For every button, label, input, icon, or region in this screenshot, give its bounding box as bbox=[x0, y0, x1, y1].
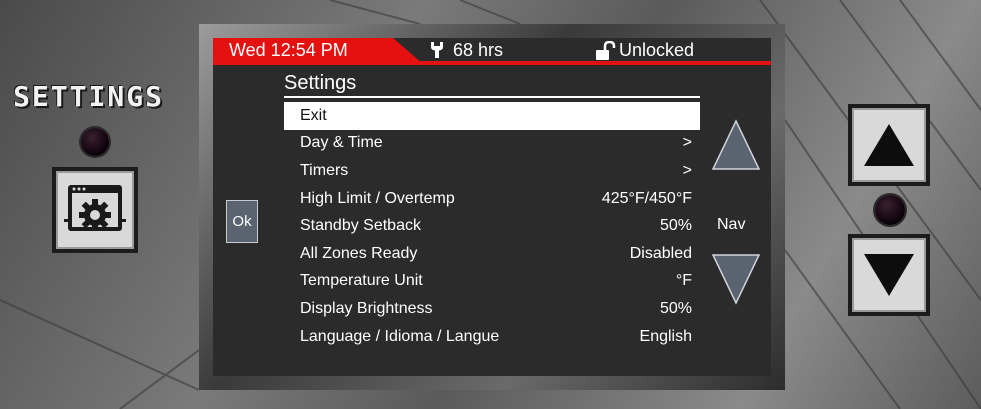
display-screen: Wed 12:54 PM 68 hrs Unlocked Settings Ex… bbox=[213, 38, 771, 376]
settings-panel-label: SETTINGS bbox=[13, 80, 164, 113]
menu-item-value: > bbox=[682, 134, 692, 152]
menu-item-value: °F bbox=[675, 272, 692, 290]
up-arrow-icon bbox=[864, 124, 914, 166]
nav-label: Nav bbox=[717, 216, 746, 233]
nav-up-arrow-icon[interactable] bbox=[710, 118, 762, 172]
menu-item-value: English bbox=[639, 327, 692, 345]
wrench-icon bbox=[431, 42, 443, 58]
menu-item-label: Timers bbox=[300, 161, 349, 179]
settings-menu-list: Exit Day & Time > Timers > High Limit / … bbox=[284, 102, 700, 350]
menu-item-label: All Zones Ready bbox=[300, 244, 418, 262]
menu-item-standby-setback[interactable]: Standby Setback 50% bbox=[284, 212, 700, 240]
menu-item-label: Display Brightness bbox=[300, 299, 433, 317]
status-datetime: Wed 12:54 PM bbox=[229, 40, 348, 60]
control-panel: SETTINGS Wed 12:54 PM 68 hrs Unlocked Se… bbox=[0, 0, 981, 409]
menu-item-label: High Limit / Overtemp bbox=[300, 189, 455, 207]
menu-item-exit[interactable]: Exit bbox=[284, 102, 700, 130]
menu-item-label: Standby Setback bbox=[300, 217, 421, 235]
menu-item-value: 425°F/450°F bbox=[601, 189, 692, 207]
nav-indicator-led bbox=[875, 195, 905, 225]
ok-button[interactable]: Ok bbox=[226, 200, 258, 243]
menu-item-label: Language / Idioma / Langue bbox=[300, 327, 500, 345]
status-lock-state: Unlocked bbox=[619, 40, 695, 60]
menu-item-timers[interactable]: Timers > bbox=[284, 157, 700, 185]
title-divider bbox=[284, 96, 700, 98]
menu-item-display-brightness[interactable]: Display Brightness 50% bbox=[284, 295, 700, 323]
menu-item-value: > bbox=[682, 161, 692, 179]
display-bezel: Wed 12:54 PM 68 hrs Unlocked Settings Ex… bbox=[199, 24, 785, 390]
up-button[interactable] bbox=[848, 104, 930, 186]
down-button[interactable] bbox=[848, 234, 930, 316]
menu-item-value: Disabled bbox=[629, 244, 692, 262]
page-title: Settings bbox=[284, 72, 357, 94]
menu-item-language[interactable]: Language / Idioma / Langue English bbox=[284, 323, 700, 351]
menu-item-label: Exit bbox=[300, 106, 327, 124]
nav-down-arrow-icon[interactable] bbox=[710, 252, 762, 306]
down-arrow-icon bbox=[864, 254, 914, 296]
menu-item-high-limit[interactable]: High Limit / Overtemp 425°F/450°F bbox=[284, 185, 700, 213]
menu-item-value: 50% bbox=[659, 217, 692, 235]
menu-item-all-zones-ready[interactable]: All Zones Ready Disabled bbox=[284, 240, 700, 268]
settings-button[interactable] bbox=[52, 167, 138, 253]
status-bar: Wed 12:54 PM 68 hrs Unlocked bbox=[213, 38, 771, 65]
menu-item-day-time[interactable]: Day & Time > bbox=[284, 130, 700, 158]
status-hours: 68 hrs bbox=[453, 40, 504, 60]
status-bar-underline bbox=[213, 61, 771, 65]
settings-indicator-led bbox=[81, 128, 109, 156]
settings-gear-window-icon bbox=[64, 185, 126, 231]
menu-item-temperature-unit[interactable]: Temperature Unit °F bbox=[284, 268, 700, 296]
unlocked-padlock-icon bbox=[596, 41, 616, 60]
menu-item-value: 50% bbox=[659, 299, 692, 317]
menu-item-label: Day & Time bbox=[300, 134, 383, 152]
menu-item-label: Temperature Unit bbox=[300, 272, 423, 290]
